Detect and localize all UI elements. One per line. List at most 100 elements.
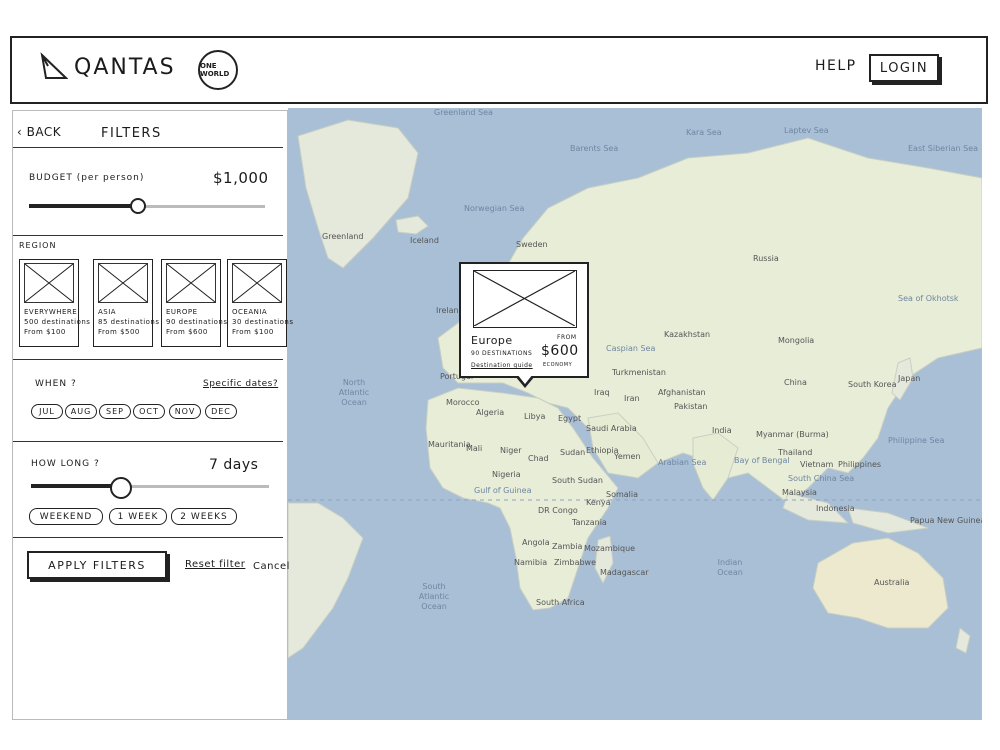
duration-slider-handle[interactable] bbox=[110, 477, 133, 499]
map-label-japan: Japan bbox=[898, 374, 921, 383]
map-label-kenya: Kenya bbox=[586, 498, 611, 507]
map-label-south-sudan: South Sudan bbox=[552, 476, 603, 485]
map-label-sea-of-okhotsk: Sea of Okhotsk bbox=[898, 294, 959, 303]
divider bbox=[13, 441, 283, 442]
oneworld-badge: ONE WORLD bbox=[198, 50, 238, 90]
region-card-oceania[interactable]: OCEANIA 30 destinations From $100 bbox=[227, 259, 293, 347]
map-label-indian-ocean: Indian Ocean bbox=[717, 558, 743, 577]
map-label-laptev-sea: Laptev Sea bbox=[784, 126, 829, 135]
region-name: ASIA bbox=[98, 308, 117, 316]
how-long-label: HOW LONG ? bbox=[31, 459, 100, 469]
map-label-yemen: Yemen bbox=[614, 452, 641, 461]
map-label-philippines: Philippines bbox=[838, 460, 882, 469]
map-label-iceland: Iceland bbox=[410, 236, 439, 245]
map-label-south-atlantic: South Atlantic Ocean bbox=[418, 582, 450, 611]
map-label-norwegian-sea: Norwegian Sea bbox=[464, 204, 525, 213]
divider bbox=[13, 537, 283, 538]
map-label-zimbabwe: Zimbabwe bbox=[554, 558, 597, 567]
region-card-europe[interactable]: EUROPE 90 destinations From $600 bbox=[161, 259, 227, 347]
month-chip-aug[interactable]: AUG bbox=[65, 404, 97, 419]
divider bbox=[13, 147, 283, 148]
map-label-mauritania: Mauritania bbox=[428, 440, 471, 449]
duration-value: 7 days bbox=[209, 457, 259, 473]
map-label-malaysia: Malaysia bbox=[782, 488, 817, 497]
region-price: From $600 bbox=[166, 328, 208, 336]
map-label-india: India bbox=[712, 426, 732, 435]
map-label-arabian-sea: Arabian Sea bbox=[658, 458, 707, 467]
map-label-greenland: Greenland bbox=[322, 232, 364, 241]
map-label-gulf-of-guinea: Gulf of Guinea bbox=[474, 486, 532, 495]
month-chip-jul[interactable]: JUL bbox=[31, 404, 63, 419]
map-label-saudi-arabia: Saudi Arabia bbox=[586, 424, 637, 433]
divider bbox=[13, 359, 283, 360]
map-label-barents-sea: Barents Sea bbox=[570, 144, 619, 153]
map-label-indonesia: Indonesia bbox=[816, 504, 855, 513]
duration-option-2-weeks[interactable]: 2 WEEKS bbox=[171, 508, 237, 525]
map-label-sweden: Sweden bbox=[516, 240, 548, 249]
map-label-australia: Australia bbox=[874, 578, 910, 587]
region-image-placeholder bbox=[232, 263, 282, 303]
map-label-madagascar: Madagascar bbox=[600, 568, 649, 577]
popup-from-label: FROM bbox=[557, 334, 577, 341]
apply-filters-button[interactable]: APPLY FILTERS bbox=[27, 551, 167, 579]
region-card-everywhere[interactable]: EVERYWHERE 500 destinations From $100 bbox=[19, 259, 90, 347]
map-label-namibia: Namibia bbox=[514, 558, 548, 567]
login-button[interactable]: LOGIN bbox=[869, 54, 939, 82]
region-destinations: 90 destinations bbox=[166, 318, 228, 326]
filters-panel: ‹ BACK FILTERS BUDGET (per person) $1,00… bbox=[12, 110, 293, 720]
map-label-dr-congo: DR Congo bbox=[538, 506, 578, 515]
popup-region-name: Europe bbox=[471, 334, 513, 347]
region-price: From $500 bbox=[98, 328, 140, 336]
map-label-east-siberian-sea: East Siberian Sea bbox=[908, 144, 979, 153]
month-chip-sep[interactable]: SEP bbox=[99, 404, 131, 419]
map-label-zambia: Zambia bbox=[552, 542, 583, 551]
map-label-south-korea: South Korea bbox=[848, 380, 897, 389]
budget-slider-handle[interactable] bbox=[129, 198, 146, 214]
map-label-china: China bbox=[784, 378, 807, 387]
top-navigation-bar: QANTAS ONE WORLD HELP LOGIN bbox=[10, 36, 988, 104]
world-map[interactable]: Greenland Iceland Sweden Russia Kazakhst… bbox=[288, 108, 982, 720]
budget-slider-fill bbox=[29, 204, 138, 208]
month-chip-oct[interactable]: OCT bbox=[133, 404, 165, 419]
map-label-pakistan: Pakistan bbox=[674, 402, 708, 411]
region-name: OCEANIA bbox=[232, 308, 268, 316]
destination-image-placeholder bbox=[473, 270, 577, 328]
back-button[interactable]: ‹ BACK bbox=[17, 125, 61, 139]
map-label-turkmenistan: Turkmenistan bbox=[612, 368, 666, 377]
map-label-nigeria: Nigeria bbox=[492, 470, 521, 479]
map-landmasses bbox=[288, 119, 982, 659]
qantas-logo[interactable]: QANTAS bbox=[38, 52, 176, 82]
budget-label: BUDGET (per person) bbox=[29, 173, 145, 183]
region-image-placeholder bbox=[166, 263, 216, 303]
specific-dates-link[interactable]: Specific dates? bbox=[203, 379, 278, 389]
kangaroo-tail-icon bbox=[38, 52, 68, 82]
back-label: BACK bbox=[26, 125, 62, 139]
region-image-placeholder bbox=[98, 263, 148, 303]
map-label-greenland-sea: Greenland Sea bbox=[434, 108, 493, 117]
map-label-north-atlantic: North Atlantic Ocean bbox=[338, 378, 370, 407]
map-label-mongolia: Mongolia bbox=[778, 336, 815, 345]
duration-slider-fill bbox=[31, 484, 122, 488]
month-chip-dec[interactable]: DEC bbox=[205, 404, 237, 419]
region-card-asia[interactable]: ASIA 85 destinations From $500 bbox=[93, 259, 159, 347]
map-label-kazakhstan: Kazakhstan bbox=[664, 330, 711, 339]
map-label-somalia: Somalia bbox=[606, 490, 639, 499]
map-label-morocco: Morocco bbox=[446, 398, 480, 407]
map-label-angola: Angola bbox=[522, 538, 550, 547]
cancel-link[interactable]: Cancel bbox=[253, 561, 290, 572]
map-label-myanmar: Myanmar (Burma) bbox=[756, 430, 829, 439]
budget-value: $1,000 bbox=[213, 169, 269, 187]
filters-title: FILTERS bbox=[101, 126, 162, 141]
duration-option-1-week[interactable]: 1 WEEK bbox=[109, 508, 167, 525]
region-destinations: 30 destinations bbox=[232, 318, 294, 326]
destination-guide-link[interactable]: Destination guide bbox=[471, 362, 533, 369]
map-label-niger: Niger bbox=[500, 446, 522, 455]
map-label-libya: Libya bbox=[524, 412, 546, 421]
destination-popup[interactable]: Europe 90 DESTINATIONS Destination guide… bbox=[459, 262, 589, 378]
reset-filter-link[interactable]: Reset filter bbox=[185, 559, 245, 570]
help-link[interactable]: HELP bbox=[815, 58, 857, 74]
map-label-caspian-sea: Caspian Sea bbox=[606, 344, 656, 353]
month-chip-nov[interactable]: NOV bbox=[169, 404, 201, 419]
duration-option-weekend[interactable]: WEEKEND bbox=[29, 508, 103, 525]
map-label-algeria: Algeria bbox=[476, 408, 505, 417]
